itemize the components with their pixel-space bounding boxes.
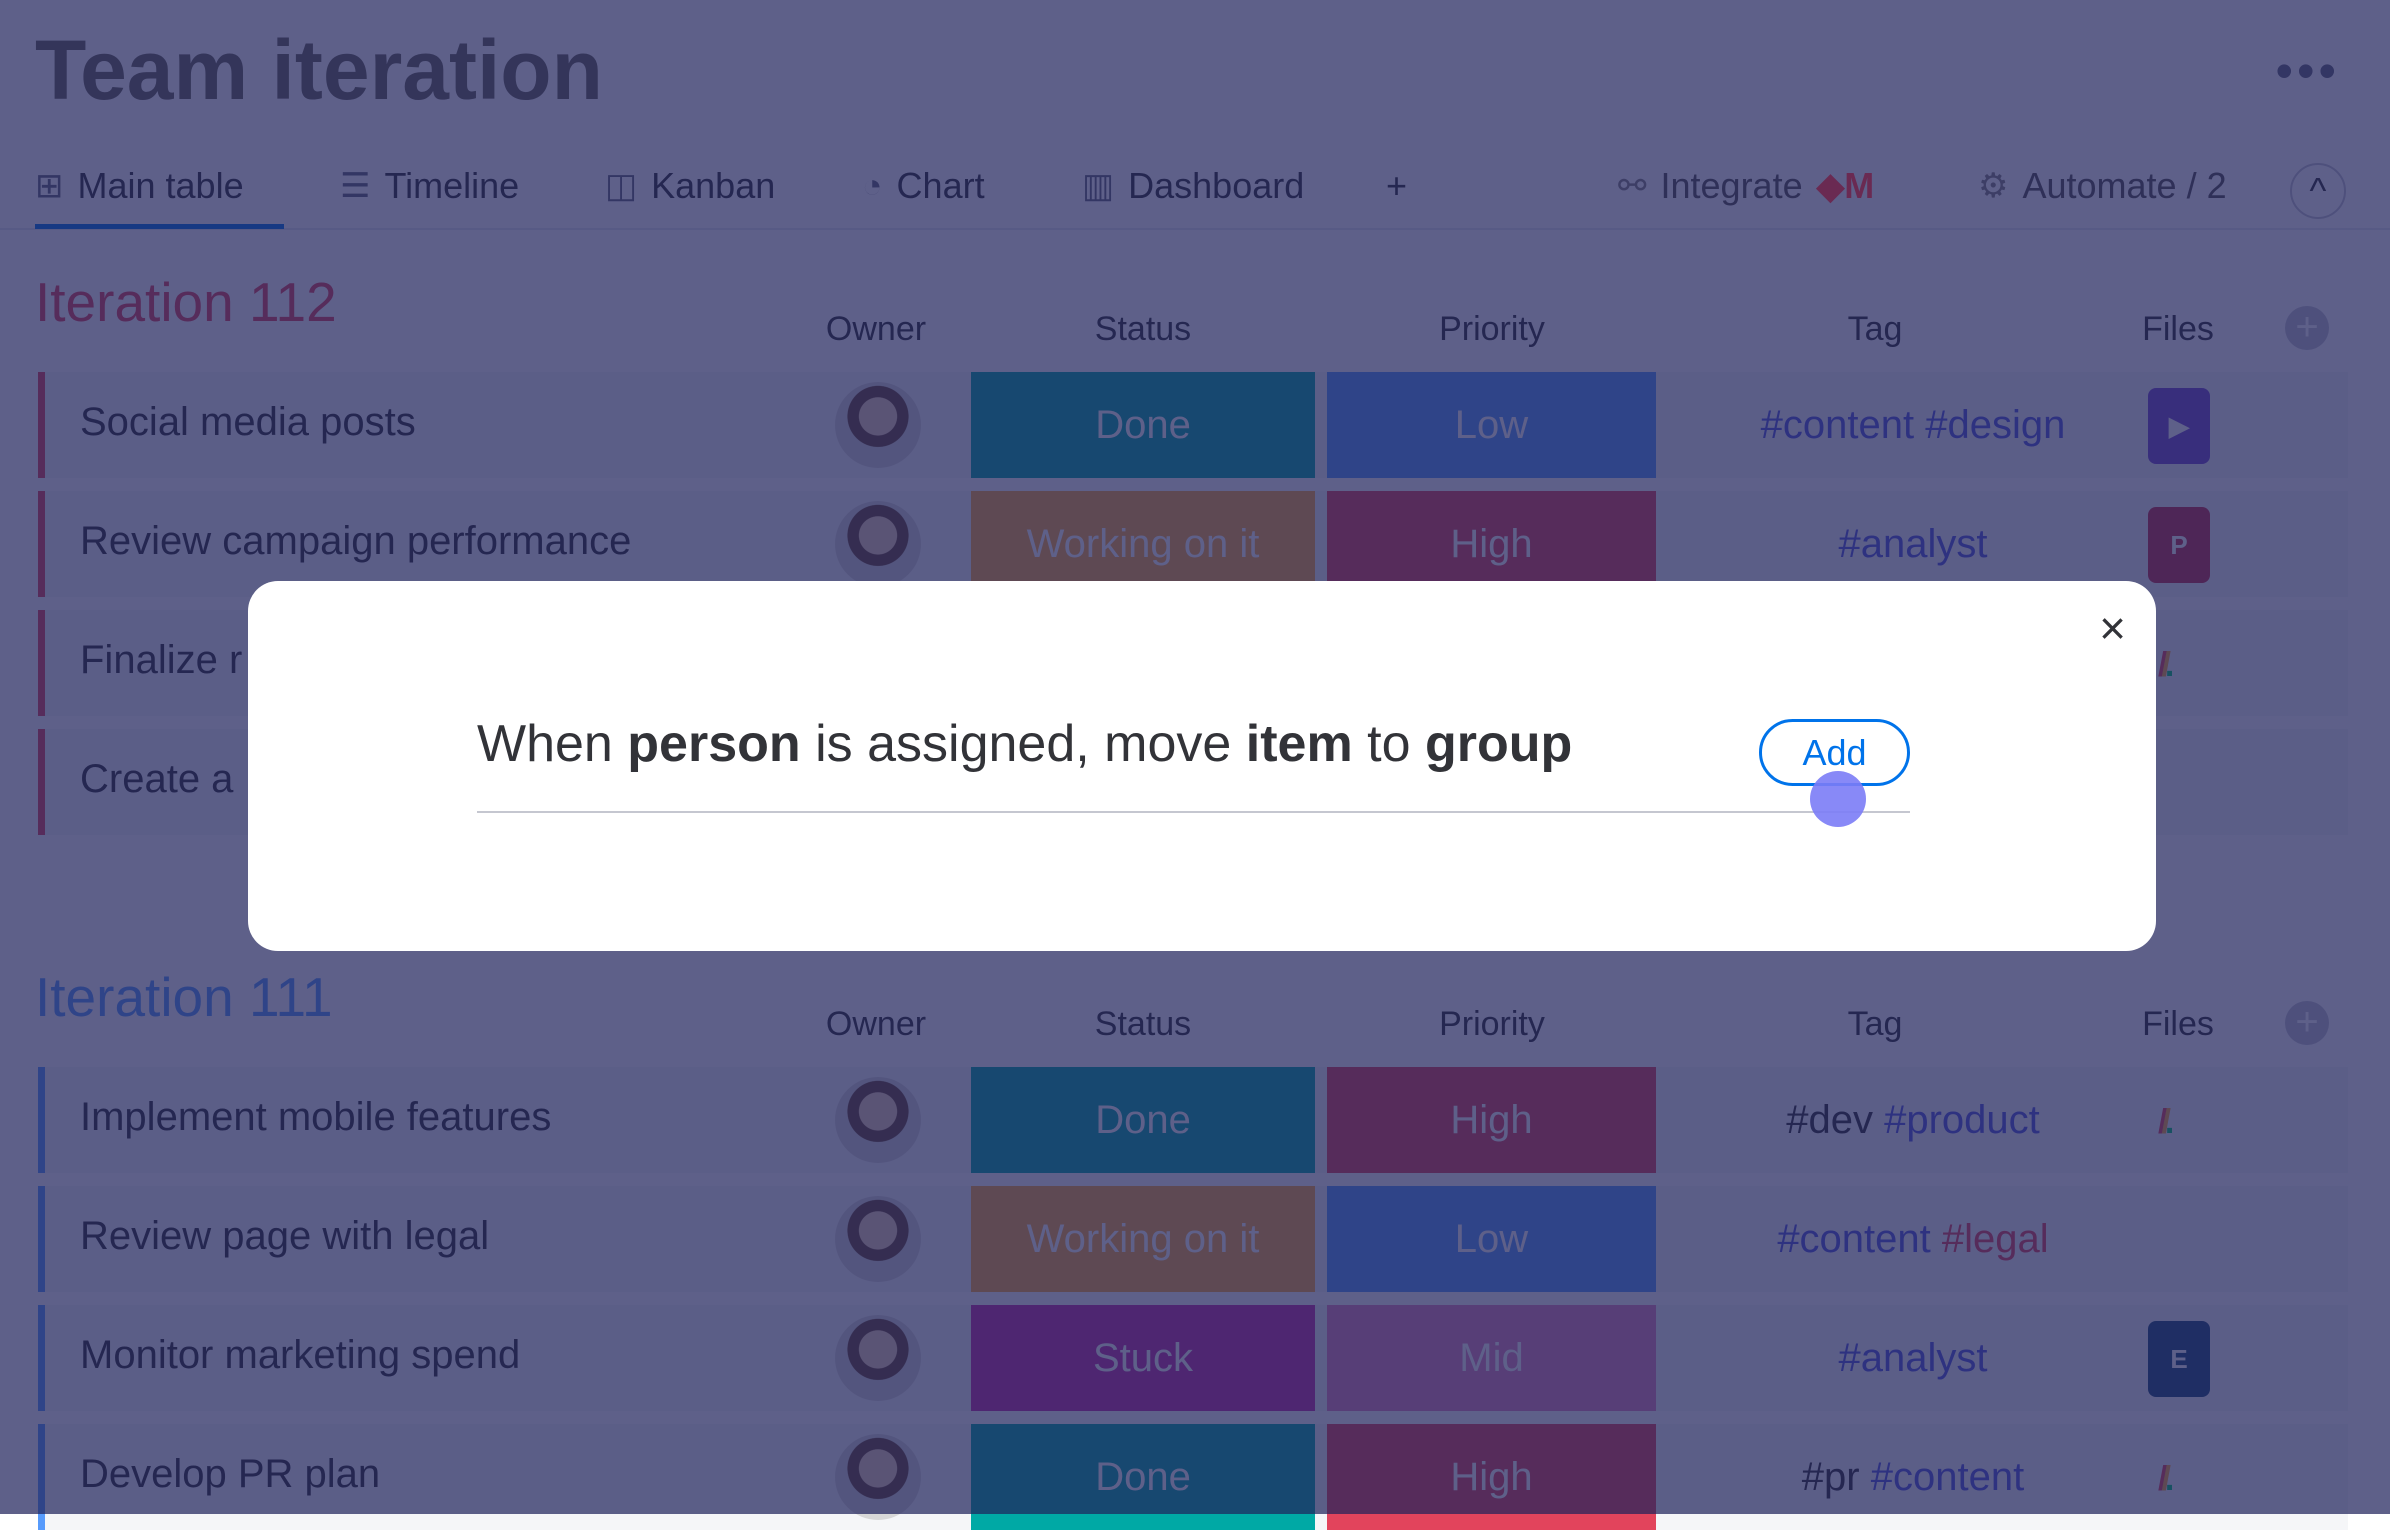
recipe-field-group[interactable]: group	[1425, 715, 1572, 773]
integrate-icon: ⚯	[1618, 167, 1647, 205]
recipe-field-item[interactable]: item	[1246, 715, 1353, 773]
board-title: Team iteration	[35, 23, 603, 117]
divider	[477, 811, 1910, 813]
integrate-button[interactable]: ⚯ Integrate ◆M	[1618, 165, 1874, 207]
automation-dialog: × When person is assigned, move item to …	[248, 581, 2156, 951]
automate-button[interactable]: ⚙ Automate / 2	[1978, 165, 2227, 207]
automation-recipe: When person is assigned, move item to gr…	[477, 715, 1573, 773]
cursor-indicator	[1810, 771, 1866, 827]
integration-apps-icon: ◆M	[1816, 165, 1875, 206]
close-icon[interactable]: ×	[2099, 601, 2126, 655]
robot-icon: ⚙	[1978, 167, 2009, 205]
recipe-field-person[interactable]: person	[627, 715, 800, 773]
